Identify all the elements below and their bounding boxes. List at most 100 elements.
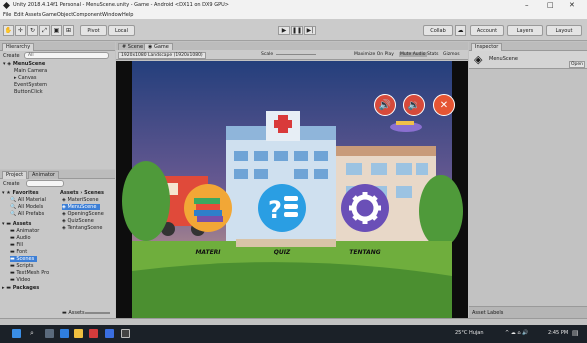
mute-audio-toggle[interactable]: Mute Audio — [399, 52, 427, 57]
minimize-button[interactable]: – — [525, 1, 529, 9]
layout-dropdown[interactable]: Layout — [546, 25, 582, 36]
packages-label: Packages — [12, 285, 40, 291]
scene-root[interactable]: ▾ ◈ MenuScene — [3, 61, 45, 67]
scale-slider[interactable] — [276, 54, 316, 55]
favorites-item[interactable]: 🔍 All Models — [10, 204, 43, 210]
project-create-button[interactable]: Create — [3, 181, 20, 187]
pause-button[interactable]: ❚❚ — [291, 26, 303, 35]
zoom-slider[interactable] — [85, 312, 110, 314]
menu-help[interactable]: Help — [122, 12, 133, 18]
tab-hierarchy[interactable]: Hierarchy — [2, 43, 35, 51]
cloud-icon[interactable]: ☁ — [455, 25, 466, 36]
maximize-on-play-toggle[interactable]: Maximize On Play — [354, 52, 394, 57]
aspect-dropdown[interactable]: 1920x1080 Landscape (1920x1080) — [118, 52, 206, 59]
inspector-open-button[interactable]: Open — [569, 61, 586, 68]
collab-button[interactable]: Collab — [423, 25, 453, 36]
favorites-item[interactable]: 🔍 All Prefabs — [10, 211, 44, 217]
tab-inspector[interactable]: Inspector — [471, 43, 503, 51]
hierarchy-item[interactable]: EventSystem — [14, 82, 47, 88]
layers-label: Layers — [516, 27, 534, 34]
tree-right — [419, 175, 463, 247]
menu-assets[interactable]: Assets — [25, 12, 41, 18]
local-toggle[interactable]: Local — [108, 25, 135, 36]
asset-folder[interactable]: ▬ Font — [10, 249, 27, 255]
project-panel: Create ▾ ★ Favorites 🔍 All Material 🔍 Al… — [0, 179, 115, 318]
scene-file[interactable]: ◈ MateriScene — [62, 197, 99, 203]
scene-file[interactable]: ◈ OpeningScene — [62, 211, 104, 217]
tray-icons[interactable]: ^ ☁ ⌂ 🔊 — [505, 330, 528, 336]
tentang-button[interactable] — [341, 184, 389, 232]
task-view-icon[interactable] — [45, 329, 54, 338]
packages-folder[interactable]: ▸ ▬ Packages — [2, 285, 39, 291]
quiz-button[interactable]: ? — [258, 184, 306, 232]
edge-icon[interactable] — [60, 329, 69, 338]
menu-edit[interactable]: Edit — [14, 12, 24, 18]
tab-project[interactable]: Project — [2, 171, 28, 179]
close-icon[interactable]: ✕ — [433, 94, 455, 116]
scene-file[interactable]: ◈ TentangScene — [62, 225, 103, 231]
asset-folder-selected[interactable]: ▬ Scenes — [10, 256, 38, 262]
menu-gameobject[interactable]: GameObject — [42, 12, 73, 18]
favorites-folder[interactable]: ▾ ★ Favorites — [2, 190, 39, 196]
hierarchy-item[interactable]: ▸ Canvas — [14, 75, 36, 81]
asset-folder[interactable]: ▬ TextMesh Pro — [10, 270, 49, 276]
scene-file-selected[interactable]: ◈ MenuScene — [62, 204, 101, 210]
scene-file[interactable]: ◈ QuizScene — [62, 218, 94, 224]
asset-folder[interactable]: ▬ Fill — [10, 242, 23, 248]
sound-icon[interactable]: 🔉 — [403, 94, 425, 116]
footer-path: ▬ Assets — [62, 310, 85, 316]
inspector-header: Inspector — [469, 42, 587, 51]
notification-icon[interactable]: ▤ — [572, 329, 581, 338]
tab-animator[interactable]: Animator — [28, 171, 59, 179]
close-window-button[interactable]: ✕ — [569, 1, 575, 9]
hierarchy-item[interactable]: Main Camera — [14, 68, 47, 74]
sound-on-icon[interactable]: 🔊 — [374, 94, 396, 116]
game-view[interactable]: 🔊 🔉 ✕ MATERI ? QUIZ TENTANG — [116, 61, 468, 318]
pivot-toggle[interactable]: Pivot — [80, 25, 107, 36]
hierarchy-item[interactable]: ButtonClick — [14, 89, 43, 95]
asset-folder[interactable]: ▬ Video — [10, 277, 30, 283]
windows-start-icon[interactable] — [12, 329, 21, 338]
menu-file[interactable]: File — [3, 12, 11, 18]
play-button[interactable]: ▶ — [278, 26, 290, 35]
tree-left — [122, 161, 170, 241]
project-search-input[interactable] — [26, 180, 64, 187]
assets-folder[interactable]: ▾ ▬ Assets — [2, 221, 31, 227]
scale-tool-icon[interactable]: ⤢ — [39, 25, 50, 36]
acrobat-icon[interactable] — [89, 329, 98, 338]
materi-button[interactable] — [184, 184, 232, 232]
menu-window[interactable]: Window — [102, 12, 122, 18]
window-title: Unity 2018.4.14f1 Personal - MenuScene.u… — [13, 2, 229, 8]
asset-folder[interactable]: ▬ Scripts — [10, 263, 33, 269]
hierarchy-search-input[interactable]: All — [24, 52, 109, 59]
collab-label: Collab — [430, 27, 446, 34]
hand-tool-icon[interactable]: ✋ — [3, 25, 14, 36]
asset-folder[interactable]: ▬ Audio — [10, 235, 31, 241]
inspector-object-name: MenuScene — [489, 56, 518, 62]
maximize-button[interactable]: □ — [547, 1, 554, 9]
hierarchy-create-button[interactable]: Create — [3, 53, 20, 59]
unity-taskbar-icon[interactable] — [121, 329, 130, 338]
clock[interactable]: 2:45 PM — [548, 330, 568, 336]
rotate-tool-icon[interactable]: ↻ — [27, 25, 38, 36]
gizmos-dropdown[interactable]: Gizmos — [443, 52, 460, 57]
stats-toggle[interactable]: Stats — [427, 52, 439, 57]
asset-labels-bar: Asset Labels — [469, 306, 587, 318]
title-bar: Unity 2018.4.14f1 Personal - MenuScene.u… — [0, 0, 587, 11]
transform-tool-icon[interactable]: ⊞ — [63, 25, 74, 36]
rect-tool-icon[interactable]: ▣ — [51, 25, 62, 36]
status-bar — [0, 318, 587, 325]
asset-folder-label: Scripts — [16, 263, 34, 269]
inspector-panel: ◈ MenuScene Open Asset Labels — [469, 51, 587, 318]
word-icon[interactable] — [105, 329, 114, 338]
layers-dropdown[interactable]: Layers — [507, 25, 543, 36]
menu-component[interactable]: Component — [73, 12, 102, 18]
move-tool-icon[interactable]: ✛ — [15, 25, 26, 36]
account-dropdown[interactable]: Account — [470, 25, 504, 36]
favorites-item[interactable]: 🔍 All Material — [10, 197, 46, 203]
file-explorer-icon[interactable] — [74, 329, 83, 338]
asset-folder-label: TextMesh Pro — [16, 270, 50, 276]
step-button[interactable]: ▶| — [304, 26, 316, 35]
search-icon[interactable]: ⌕ — [30, 329, 39, 338]
asset-folder[interactable]: ▬ Animator — [10, 228, 39, 234]
